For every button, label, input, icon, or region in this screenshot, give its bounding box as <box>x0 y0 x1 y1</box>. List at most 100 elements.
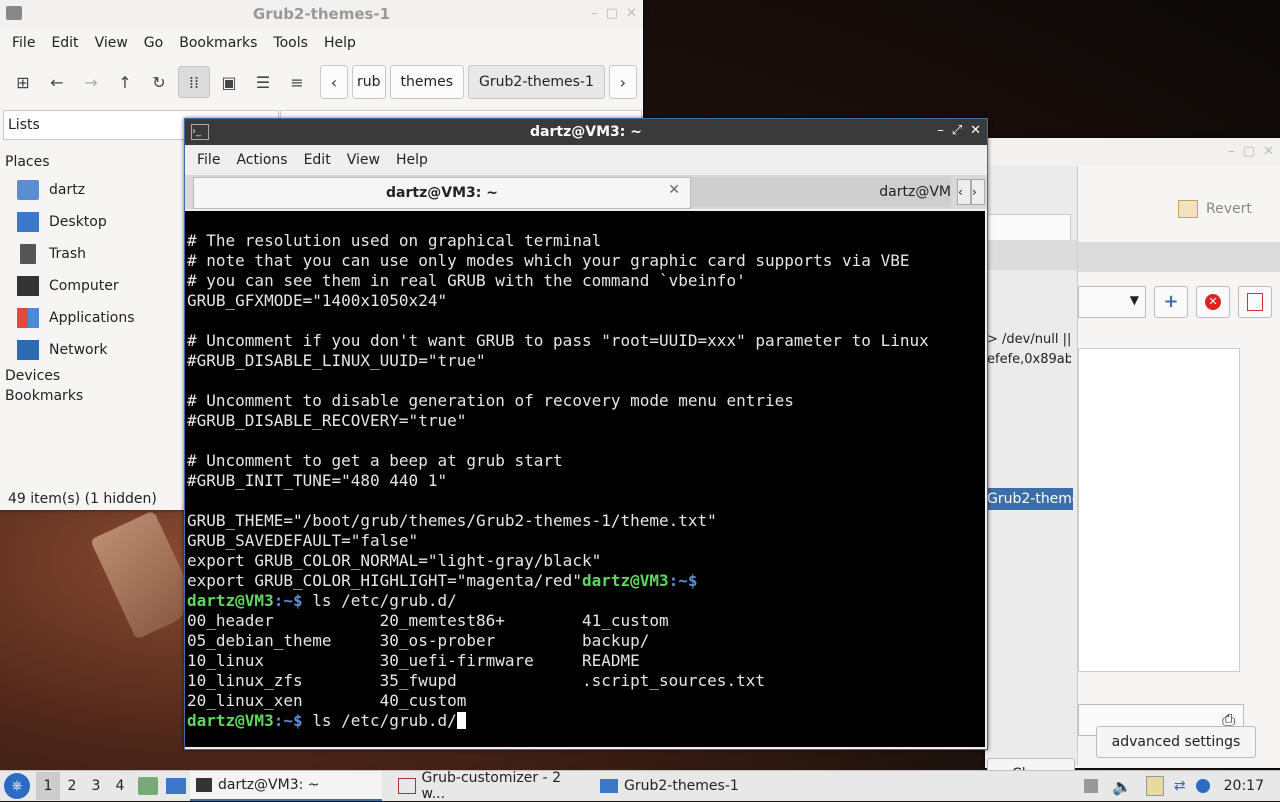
file-manager-launcher-icon[interactable] <box>138 777 158 795</box>
gc-left-panel: > /dev/null || efefe,0x89ab Grub2-theme … <box>985 166 1078 790</box>
start-menu-icon[interactable]: ⎈ <box>4 773 30 799</box>
menu-view[interactable]: View <box>87 35 136 51</box>
menu-file[interactable]: File <box>4 35 43 51</box>
gc-dropdown[interactable]: ▼ <box>1078 286 1146 318</box>
clipboard-icon[interactable] <box>1145 776 1164 796</box>
terminal-line: 20_linux_xen 40_custom <box>187 691 467 710</box>
terminal-line: dartz@VM3:~$ ls /etc/grub.d/ <box>187 591 457 610</box>
menu-file[interactable]: File <box>189 152 228 168</box>
gc-main-panel: Revert ▼ + ✕ ⎙ advanced settings <box>1078 166 1280 766</box>
revert-button[interactable]: Revert <box>1178 200 1252 218</box>
close-icon: ✕ <box>970 123 981 138</box>
gc-script-text-1: > /dev/null || <box>987 332 1072 347</box>
terminal-line: # Uncomment if you don't want GRUB to pa… <box>187 331 929 350</box>
terminal-line: #GRUB_DISABLE_LINUX_UUID="true" <box>187 351 486 370</box>
fm-toolbar: ⊞ ← → ↑ ↻ ⁞⁞ ▣ ☰ ≡ ‹ rub themes Grub2-th… <box>0 58 643 106</box>
terminal-line: # Uncomment to disable generation of rec… <box>187 391 794 410</box>
close-tab-icon[interactable]: ✕ <box>668 182 680 198</box>
menu-help[interactable]: Help <box>388 152 436 168</box>
terminal-prompt-line[interactable]: dartz@VM3:~$ ls /etc/grub.d/ <box>185 711 985 731</box>
tab-active-label: dartz@VM3: ~ <box>386 185 498 201</box>
terminal-line: #GRUB_DISABLE_RECOVERY="true" <box>187 411 467 430</box>
breadcrumb-right-icon[interactable]: › <box>608 65 637 99</box>
status-bar: 49 item(s) (1 hidden) <box>8 491 157 507</box>
breadcrumb-grub2-themes-1[interactable]: Grub2-themes-1 <box>468 65 605 99</box>
network-tray-icon[interactable]: ⇄ <box>1174 778 1186 794</box>
icon-view-icon[interactable]: ⁞⁞ <box>178 66 210 98</box>
tab-active[interactable]: dartz@VM3: ~ ✕ <box>193 177 691 209</box>
minimize-icon: – <box>937 123 944 138</box>
add-entry-icon[interactable]: + <box>1154 286 1188 318</box>
terminal-output[interactable]: # The resolution used on graphical termi… <box>185 211 985 747</box>
computer-icon <box>17 276 39 296</box>
workspace-4[interactable]: 4 <box>108 778 132 794</box>
task-terminal-label: dartz@VM3: ~ <box>218 777 320 793</box>
forward-icon[interactable]: → <box>76 67 106 97</box>
menu-bookmarks[interactable]: Bookmarks <box>171 35 265 51</box>
update-notifier-icon[interactable] <box>1195 779 1210 793</box>
breadcrumb-themes[interactable]: themes <box>389 65 465 99</box>
terminal-task-icon <box>196 778 212 792</box>
menu-tools[interactable]: Tools <box>265 35 316 51</box>
thumbnail-view-icon[interactable]: ▣ <box>214 67 244 97</box>
terminal-line: # Uncomment to get a beep at grub start <box>187 451 563 470</box>
detail-view-icon[interactable]: ≡ <box>282 67 312 97</box>
menu-actions[interactable]: Actions <box>228 152 295 168</box>
entry-options-icon[interactable] <box>1238 286 1272 318</box>
terminal-line: # The resolution used on graphical termi… <box>187 231 602 250</box>
back-icon[interactable]: ← <box>42 67 72 97</box>
remove-entry-icon[interactable]: ✕ <box>1196 286 1230 318</box>
task-terminal[interactable]: dartz@VM3: ~ <box>190 771 382 801</box>
taskbar: ⎈ 1 2 3 4 dartz@VM3: ~ Grub-customizer -… <box>0 770 1280 802</box>
task-file-manager[interactable]: Grub2-themes-1 <box>594 772 786 800</box>
advanced-settings-button[interactable]: advanced settings <box>1096 726 1256 758</box>
gc-window-buttons[interactable]: – ▢ ✕ <box>1228 144 1274 159</box>
breadcrumb-left-icon[interactable]: ‹ <box>320 65 348 99</box>
maximize-icon: ▢ <box>605 6 619 21</box>
terminal-window-buttons[interactable]: – ⤢ ✕ <box>937 123 981 138</box>
menu-edit[interactable]: Edit <box>43 35 86 51</box>
menu-go[interactable]: Go <box>136 35 171 51</box>
terminal-line: GRUB_THEME="/boot/grub/themes/Grub2-them… <box>187 511 717 530</box>
terminal-menubar: File Actions Edit View Help <box>185 145 987 175</box>
menu-edit[interactable]: Edit <box>296 152 339 168</box>
text-cursor <box>456 712 466 729</box>
fm-titlebar: Grub2-themes-1 – ▢ ✕ <box>0 0 643 28</box>
revert-label: Revert <box>1206 201 1252 217</box>
tab-scroll-left-icon[interactable]: ‹ <box>957 179 971 205</box>
terminal-title: dartz@VM3: ~ <box>530 124 642 140</box>
workspace-2[interactable]: 2 <box>60 778 84 794</box>
terminal-line: #GRUB_INIT_TUNE="480 440 1" <box>187 471 448 490</box>
desktop-icon <box>17 212 39 232</box>
terminal-line: # you can see them in real GRUB with the… <box>187 271 746 290</box>
show-desktop-icon[interactable] <box>166 778 186 794</box>
terminal-titlebar: ›_ dartz@VM3: ~ – ⤢ ✕ <box>185 119 987 145</box>
menu-view[interactable]: View <box>339 152 388 168</box>
up-icon[interactable]: ↑ <box>110 67 140 97</box>
compact-view-icon[interactable]: ☰ <box>248 67 278 97</box>
terminal-line: 10_linux_zfs 35_fwupd .script_sources.tx… <box>187 671 765 690</box>
grub-customizer-window: – ▢ ✕ > /dev/null || efefe,0x89ab Grub2-th… <box>985 138 1280 790</box>
new-tab-icon[interactable]: ⊞ <box>8 67 38 97</box>
volume-icon[interactable]: 🔈 <box>1112 777 1132 796</box>
terminal-line: export GRUB_COLOR_HIGHLIGHT="magenta/red… <box>187 571 698 590</box>
task-grub-customizer[interactable]: Grub-customizer - 2 w... <box>392 770 590 802</box>
revert-icon <box>1178 200 1198 218</box>
fm-window-buttons[interactable]: – ▢ ✕ <box>591 6 637 21</box>
workspace-3[interactable]: 3 <box>84 778 108 794</box>
tab-inactive[interactable]: dartz@VM <box>691 177 951 207</box>
tab-scroll-right-icon[interactable]: › <box>971 179 985 205</box>
reload-icon[interactable]: ↻ <box>144 67 174 97</box>
tray-arrow-icon[interactable] <box>1083 779 1098 793</box>
grub-customizer-task-icon <box>398 778 416 794</box>
clock[interactable]: 20:17 <box>1224 778 1264 794</box>
trash-icon <box>20 244 36 264</box>
workspace-1[interactable]: 1 <box>36 772 60 800</box>
breadcrumb-grub[interactable]: rub <box>352 65 386 99</box>
gc-selected-entry[interactable]: Grub2-theme <box>985 488 1073 510</box>
menu-help[interactable]: Help <box>316 35 364 51</box>
